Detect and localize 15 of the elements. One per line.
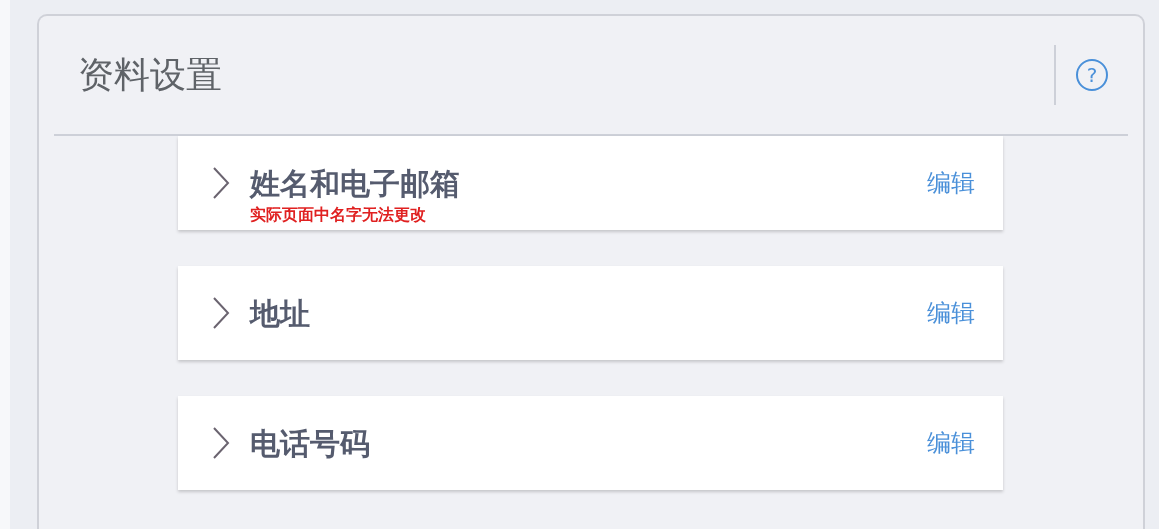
edit-link[interactable]: 编辑 — [927, 425, 975, 461]
section-title: 地址 — [250, 294, 310, 333]
section-title: 电话号码 — [250, 424, 370, 463]
chevron-icon[interactable] — [212, 166, 230, 200]
note-text: 实际页面中名字无法更改 — [250, 206, 426, 224]
section-title: 姓名和电子邮箱 — [250, 164, 460, 203]
edit-link[interactable]: 编辑 — [927, 165, 975, 201]
help-icon[interactable]: ? — [1076, 59, 1108, 91]
chevron-icon[interactable] — [212, 426, 230, 460]
page-title: 资料设置 — [78, 53, 223, 97]
section-card[interactable]: 电话号码 编辑 — [178, 396, 1003, 490]
chevron-icon[interactable] — [212, 296, 230, 330]
section-card[interactable]: 地址 编辑 — [178, 266, 1003, 360]
edit-link[interactable]: 编辑 — [927, 295, 975, 331]
section-card[interactable]: 姓名和电子邮箱 实际页面中名字无法更改 编辑 — [178, 136, 1003, 230]
